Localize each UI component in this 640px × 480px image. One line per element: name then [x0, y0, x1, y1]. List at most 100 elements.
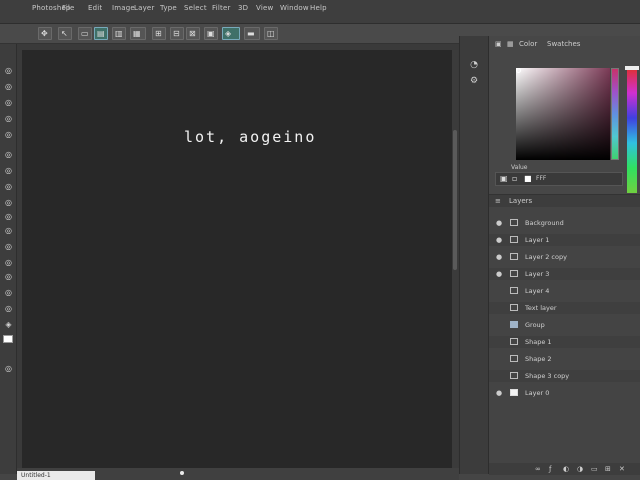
history-icon[interactable]: ◎ — [4, 212, 13, 221]
background-icon[interactable]: ■ — [524, 174, 532, 184]
quick-select-icon[interactable]: ◎ — [4, 114, 13, 123]
pen-icon[interactable]: ◎ — [4, 288, 13, 297]
lasso-icon[interactable]: ◎ — [4, 98, 13, 107]
layer-thumbnail — [510, 304, 518, 311]
layer-row[interactable]: Layer 4 — [489, 285, 640, 297]
foreground-icon[interactable]: ▣ — [500, 174, 508, 184]
adjustment-icon[interactable]: ◑ — [577, 464, 583, 474]
tab-icon-1[interactable]: ▣ — [495, 40, 502, 48]
swap-icon[interactable]: ▫ — [512, 174, 517, 184]
link-icon[interactable]: ∞ — [535, 464, 541, 474]
layer-row[interactable]: ● Layer 2 copy — [489, 251, 640, 263]
menu-edit[interactable]: Edit — [88, 4, 102, 12]
menu-select[interactable]: Select — [184, 4, 207, 12]
transform-icon: ▭ — [81, 29, 89, 38]
color-picker-handle[interactable] — [516, 68, 521, 73]
visibility-icon[interactable]: ● — [496, 389, 502, 398]
visibility-icon[interactable]: ● — [496, 253, 502, 262]
align-left-button[interactable]: ▤ — [94, 27, 108, 40]
menu-image[interactable]: Image — [112, 4, 135, 12]
visibility-icon[interactable]: ● — [496, 270, 502, 279]
layer-row[interactable]: Group — [489, 319, 640, 331]
crop-icon[interactable]: ◎ — [4, 130, 13, 139]
fx-icon[interactable]: ƒ — [549, 464, 551, 474]
menu-3d[interactable]: 3D — [238, 4, 248, 12]
dodge-icon[interactable]: ◎ — [4, 272, 13, 281]
gradient-icon[interactable]: ◎ — [4, 242, 13, 251]
menu-type[interactable]: Type — [160, 4, 177, 12]
tab-color[interactable]: Color — [519, 40, 537, 48]
visibility-icon[interactable]: ● — [496, 236, 502, 245]
healing-icon[interactable]: ◎ — [4, 166, 13, 175]
clone-icon[interactable]: ◎ — [4, 198, 13, 207]
foreground-color-swatch[interactable] — [3, 335, 13, 343]
properties-icon[interactable]: ⚙ — [466, 74, 482, 88]
menu-filter[interactable]: Filter — [212, 4, 231, 12]
menu-help[interactable]: Help — [310, 4, 327, 12]
canvas-scrollbar[interactable] — [452, 50, 458, 468]
blur-icon[interactable]: ◎ — [4, 258, 13, 267]
new-layer-icon[interactable]: ⊞ — [605, 464, 611, 474]
hue-slider[interactable] — [611, 68, 619, 160]
hand-icon[interactable]: ◎ — [4, 364, 13, 373]
menu-file[interactable]: File — [62, 4, 75, 12]
folder-icon[interactable]: ▭ — [591, 464, 598, 474]
hex-value[interactable]: FFF — [536, 175, 546, 182]
type-icon[interactable]: ◎ — [4, 304, 13, 313]
layer-thumbnail — [510, 372, 518, 379]
move-option-button[interactable]: ✥ — [38, 27, 52, 40]
layer-row[interactable]: Shape 2 — [489, 353, 640, 365]
visibility-icon[interactable]: ● — [496, 219, 502, 228]
transform-button[interactable]: ▭ — [78, 27, 92, 40]
path-select-icon[interactable]: ◈ — [4, 320, 13, 329]
eyedropper-icon[interactable]: ◎ — [4, 150, 13, 159]
distribute-3-button[interactable]: ⊠ — [186, 27, 200, 40]
video-button[interactable]: ▬ — [244, 27, 260, 40]
arrange-button[interactable]: ▣ — [204, 27, 218, 40]
distribute-button[interactable]: ⊞ — [152, 27, 166, 40]
camera-icon: ◫ — [267, 29, 275, 38]
trash-icon[interactable]: ✕ — [619, 464, 625, 474]
layer-name: Shape 2 — [525, 355, 552, 363]
distribute-2-button[interactable]: ⊟ — [170, 27, 184, 40]
tab-swatches[interactable]: Swatches — [547, 40, 580, 48]
move-icon[interactable]: ◎ — [4, 66, 13, 75]
document-tab[interactable]: Untitled-1 — [17, 471, 95, 480]
layer-row[interactable]: ● Layer 1 — [489, 234, 640, 246]
history-icon[interactable]: ◔ — [466, 58, 482, 72]
marquee-icon[interactable]: ◎ — [4, 82, 13, 91]
camera-button[interactable]: ◫ — [264, 27, 278, 40]
brush-icon[interactable]: ◎ — [4, 182, 13, 191]
scrollbar-thumb[interactable] — [453, 130, 457, 270]
layers-footer: ∞ ƒ ◐ ◑ ▭ ⊞ ✕ — [489, 463, 640, 475]
layer-thumbnail — [510, 321, 518, 328]
document-canvas[interactable]: lot, aogeino — [22, 50, 452, 468]
tab-icon-2[interactable]: ▦ — [507, 40, 514, 48]
layer-row[interactable]: Shape 1 — [489, 336, 640, 348]
layers-panel: ≡ Layers ● Background ● Layer 1 ● Layer 2 cop… — [489, 194, 640, 475]
layer-name: Shape 3 copy — [525, 372, 570, 380]
align-right-button[interactable]: ▦ — [130, 27, 146, 40]
layer-row[interactable]: ● Layer 0 — [489, 387, 640, 399]
layer-name: Layer 0 — [525, 389, 550, 397]
menu-layer[interactable]: Layer — [134, 4, 155, 12]
spectrum-slider[interactable] — [627, 68, 637, 193]
layers-menu-icon[interactable]: ≡ — [495, 196, 501, 206]
layer-name: Layer 2 copy — [525, 253, 567, 261]
layer-row[interactable]: ● Layer 3 — [489, 268, 640, 280]
eraser-icon[interactable]: ◎ — [4, 226, 13, 235]
status-indicator — [180, 471, 184, 475]
layer-row[interactable]: Shape 3 copy — [489, 370, 640, 382]
3d-mode-button[interactable]: ◈ — [222, 27, 240, 40]
menu-view[interactable]: View — [256, 4, 273, 12]
canvas-text-layer[interactable]: lot, aogeino — [184, 128, 316, 146]
align-center-button[interactable]: ▥ — [112, 27, 126, 40]
layer-row[interactable]: ● Background — [489, 217, 640, 229]
color-field[interactable] — [516, 68, 610, 160]
layer-row[interactable]: Text layer — [489, 302, 640, 314]
auto-select-button[interactable]: ↖ — [58, 27, 72, 40]
mask-icon[interactable]: ◐ — [563, 464, 569, 474]
spectrum-marker[interactable] — [625, 66, 639, 70]
menu-window[interactable]: Window — [280, 4, 309, 12]
layer-name: Text layer — [525, 304, 557, 312]
